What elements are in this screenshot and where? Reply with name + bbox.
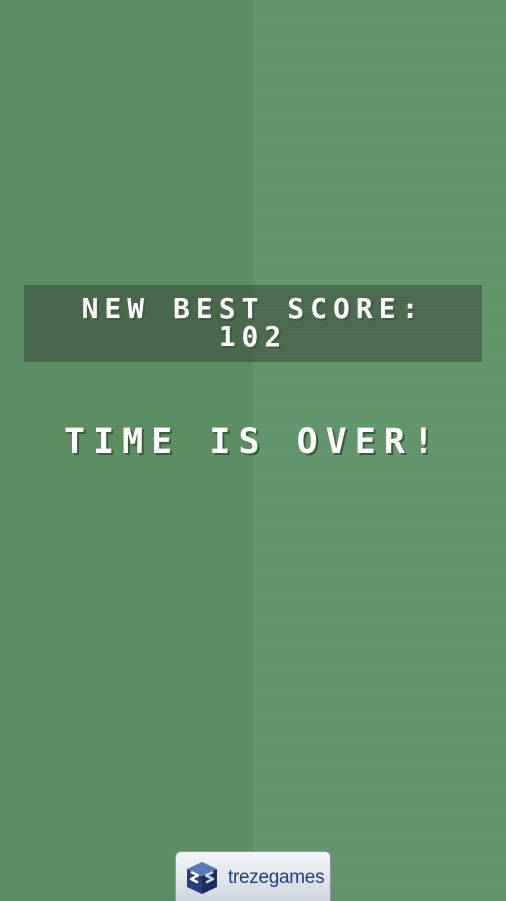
best-score-panel: NEW BEST SCORE: 102 [24, 285, 482, 362]
game-over-message: TIME IS OVER! [64, 422, 442, 462]
best-score-value: 102 [218, 320, 288, 353]
trezegames-cube-logo-icon [187, 862, 217, 894]
best-score-label: NEW BEST SCORE: [81, 292, 425, 325]
brand-name: trezegames [228, 867, 325, 888]
game-screen[interactable]: NEW BEST SCORE: 102 TIME IS OVER! trezeg… [0, 0, 506, 901]
trezegames-badge[interactable]: trezegames [175, 851, 331, 901]
